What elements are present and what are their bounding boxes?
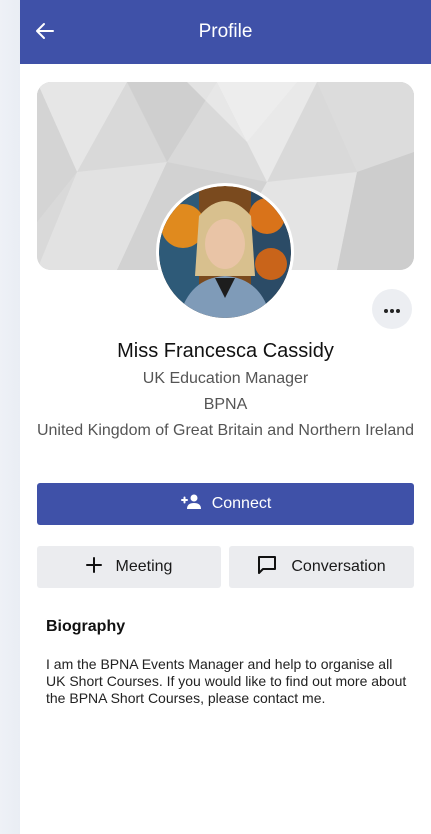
profile-country: United Kingdom of Great Britain and Nort… [36, 422, 415, 439]
background-panel-edge [0, 0, 20, 834]
page-title: Profile [198, 21, 253, 42]
profile-job-title: UK Education Manager [142, 370, 309, 387]
profile-screen: Profile Miss Francesca Cassidy UK Educat… [20, 0, 431, 834]
profile-organisation: BPNA [203, 396, 248, 413]
more-horizontal-icon [384, 300, 400, 318]
avatar [159, 186, 291, 318]
more-options-button[interactable] [372, 289, 412, 329]
conversation-label: Conversation [291, 558, 386, 575]
connect-button[interactable]: Connect [37, 483, 414, 525]
chat-bubble-icon [257, 555, 291, 580]
conversation-button[interactable]: Conversation [229, 546, 414, 588]
plus-icon [85, 556, 116, 578]
connect-label: Connect [211, 495, 272, 512]
biography-text: I am the BPNA Events Manager and help to… [46, 656, 407, 706]
biography-heading: Biography [46, 618, 126, 635]
profile-name: Miss Francesca Cassidy [117, 340, 334, 362]
add-person-icon [180, 494, 212, 515]
app-header: Profile [20, 0, 431, 64]
meeting-button[interactable]: Meeting [37, 546, 221, 588]
meeting-label: Meeting [115, 558, 173, 575]
